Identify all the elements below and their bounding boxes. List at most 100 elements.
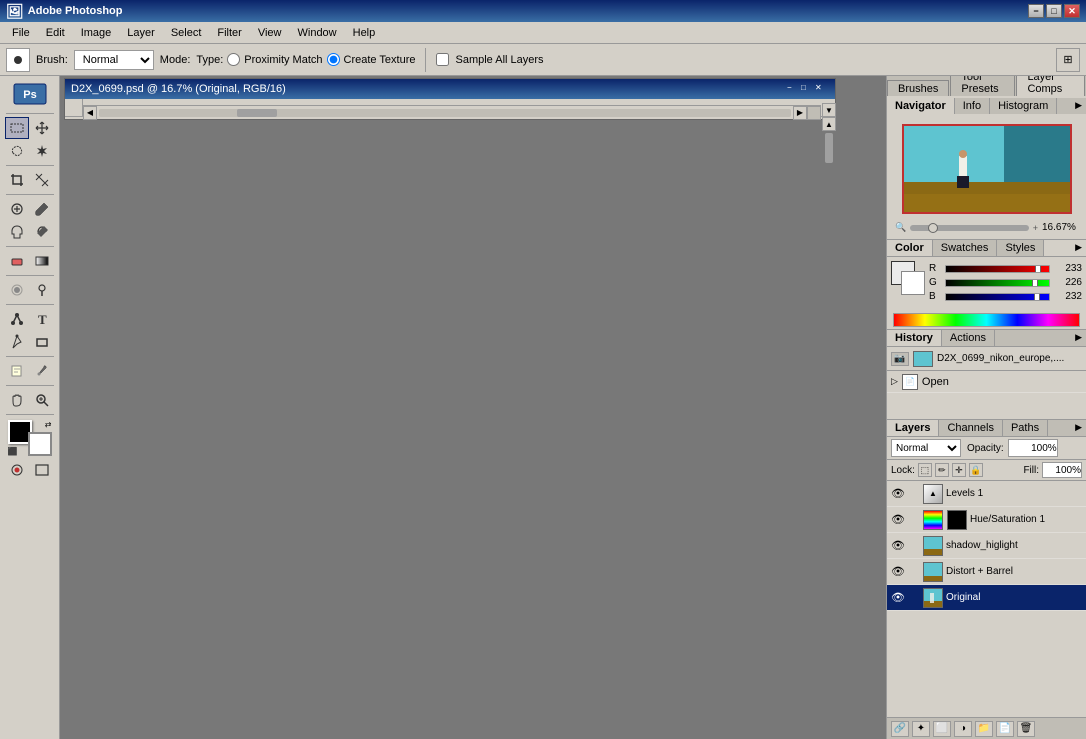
gradient-tool[interactable] [30, 250, 54, 272]
layer-visibility-shadow[interactable]: 👁 [891, 539, 905, 553]
path-selection-tool[interactable] [5, 308, 29, 330]
blue-thumb[interactable] [1034, 293, 1040, 301]
layer-hue-sat[interactable]: 👁 Hue/Saturation 1 [887, 507, 1086, 533]
swap-colors[interactable]: ⇄ [45, 420, 52, 429]
menu-edit[interactable]: Edit [38, 25, 73, 41]
notes-tool[interactable] [5, 360, 29, 382]
zoom-slider[interactable] [910, 225, 1029, 231]
pen-tool[interactable] [5, 331, 29, 353]
dodge-tool[interactable] [30, 279, 54, 301]
zoom-in-icon[interactable]: + [1033, 223, 1038, 233]
close-button[interactable]: ✕ [1064, 4, 1080, 18]
layer-visibility-original[interactable]: 👁 [891, 591, 905, 605]
tab-swatches[interactable]: Swatches [933, 240, 998, 256]
doc-maximize[interactable]: □ [801, 83, 815, 96]
canvas-area[interactable]: D2X_0699.psd @ 16.7% (Original, RGB/16) … [60, 76, 886, 739]
green-slider[interactable] [945, 279, 1050, 287]
color-boxes[interactable] [891, 261, 925, 295]
zoom-tool[interactable] [30, 389, 54, 411]
tab-channels[interactable]: Channels [939, 420, 1002, 436]
minimize-button[interactable]: − [1028, 4, 1044, 18]
type-tool[interactable]: T [30, 308, 54, 330]
marquee-tool[interactable] [5, 117, 29, 139]
menu-filter[interactable]: Filter [209, 25, 249, 41]
move-tool[interactable] [30, 117, 54, 139]
menu-view[interactable]: View [250, 25, 290, 41]
lock-transparent-button[interactable]: ⬚ [918, 463, 932, 477]
doc-minimize[interactable]: − [787, 83, 801, 96]
background-color-box[interactable] [901, 271, 925, 295]
lock-position-button[interactable]: ✛ [952, 463, 966, 477]
delete-layer-button[interactable]: 🗑 [1017, 721, 1035, 737]
color-menu-button[interactable]: ▶ [1071, 240, 1086, 256]
history-open[interactable]: ▷ 📄 Open [887, 371, 1086, 393]
background-color[interactable] [28, 432, 52, 456]
tab-navigator[interactable]: Navigator [887, 98, 955, 114]
new-group-button[interactable]: 📁 [975, 721, 993, 737]
default-colors[interactable]: ⬛ [8, 447, 18, 456]
texture-radio[interactable] [327, 53, 340, 66]
tab-color[interactable]: Color [887, 240, 933, 256]
tab-layers[interactable]: Layers [887, 420, 939, 436]
fill-input[interactable] [1042, 462, 1082, 478]
navigator-menu-button[interactable]: ▶ [1071, 98, 1086, 114]
mode-dropdown[interactable]: Normal [74, 50, 154, 70]
stamp-tool[interactable] [5, 221, 29, 243]
crop-tool[interactable] [5, 169, 29, 191]
history-brush-tool[interactable] [30, 221, 54, 243]
layer-visibility-hue-sat[interactable]: 👁 [891, 513, 905, 527]
brush-preview[interactable] [6, 48, 30, 72]
hand-tool[interactable] [5, 389, 29, 411]
layer-distort-barrel[interactable]: 👁 Distort + Barrel [887, 559, 1086, 585]
sample-layers-checkbox[interactable] [436, 53, 449, 66]
proximity-radio[interactable] [227, 53, 240, 66]
screen-mode-button[interactable] [30, 459, 54, 481]
layer-levels1[interactable]: 👁 ▲ Levels 1 [887, 481, 1086, 507]
scroll-left-button[interactable]: ◀ [83, 106, 97, 120]
layer-original[interactable]: 👁 Original [887, 585, 1086, 611]
tab-brushes[interactable]: Brushes [887, 80, 949, 96]
fg-bg-colors[interactable]: ⇄ ⬛ [8, 420, 52, 456]
new-adjustment-button[interactable]: ◑ [954, 721, 972, 737]
link-layers-button[interactable]: 🔗 [891, 721, 909, 737]
add-style-button[interactable]: ✦ [912, 721, 930, 737]
quick-mask-button[interactable] [5, 459, 29, 481]
tab-tool-presets[interactable]: Tool Presets [950, 76, 1015, 96]
menu-help[interactable]: Help [345, 25, 384, 41]
tab-history[interactable]: History [887, 330, 942, 346]
zoom-thumb[interactable] [928, 223, 938, 233]
new-layer-button[interactable]: 📄 [996, 721, 1014, 737]
snapshot-camera-icon[interactable]: 📷 [891, 352, 909, 366]
lock-image-button[interactable]: ✏ [935, 463, 949, 477]
blend-mode-dropdown[interactable]: Normal [891, 439, 961, 457]
opacity-input[interactable] [1008, 439, 1058, 457]
tab-styles[interactable]: Styles [997, 240, 1044, 256]
scroll-track-horizontal[interactable] [99, 109, 791, 117]
lasso-tool[interactable] [5, 140, 29, 162]
menu-window[interactable]: Window [290, 25, 345, 41]
blur-tool[interactable] [5, 279, 29, 301]
tab-info[interactable]: Info [955, 98, 990, 114]
doc-close[interactable]: ✕ [815, 83, 829, 96]
zoom-out-icon[interactable]: 🔍 [895, 222, 906, 233]
magic-wand-tool[interactable] [30, 140, 54, 162]
patch-button[interactable]: ⊞ [1056, 48, 1080, 72]
menu-image[interactable]: Image [73, 25, 120, 41]
tab-histogram[interactable]: Histogram [990, 98, 1057, 114]
layer-visibility-levels1[interactable]: 👁 [891, 487, 905, 501]
horizontal-scrollbar[interactable]: ◀ ▶ [83, 105, 821, 119]
shape-tool[interactable] [30, 331, 54, 353]
color-spectrum[interactable] [893, 313, 1080, 327]
maximize-button[interactable]: □ [1046, 4, 1062, 18]
eyedropper-tool[interactable] [30, 360, 54, 382]
tab-actions[interactable]: Actions [942, 330, 995, 346]
menu-select[interactable]: Select [163, 25, 210, 41]
healing-brush-tool[interactable] [5, 198, 29, 220]
layer-visibility-distort[interactable]: 👁 [891, 565, 905, 579]
scroll-up-button[interactable]: ▲ [822, 117, 836, 131]
scroll-thumb-horizontal[interactable] [237, 109, 277, 117]
menu-layer[interactable]: Layer [119, 25, 163, 41]
red-thumb[interactable] [1035, 265, 1041, 273]
slice-tool[interactable] [30, 169, 54, 191]
green-thumb[interactable] [1032, 279, 1038, 287]
